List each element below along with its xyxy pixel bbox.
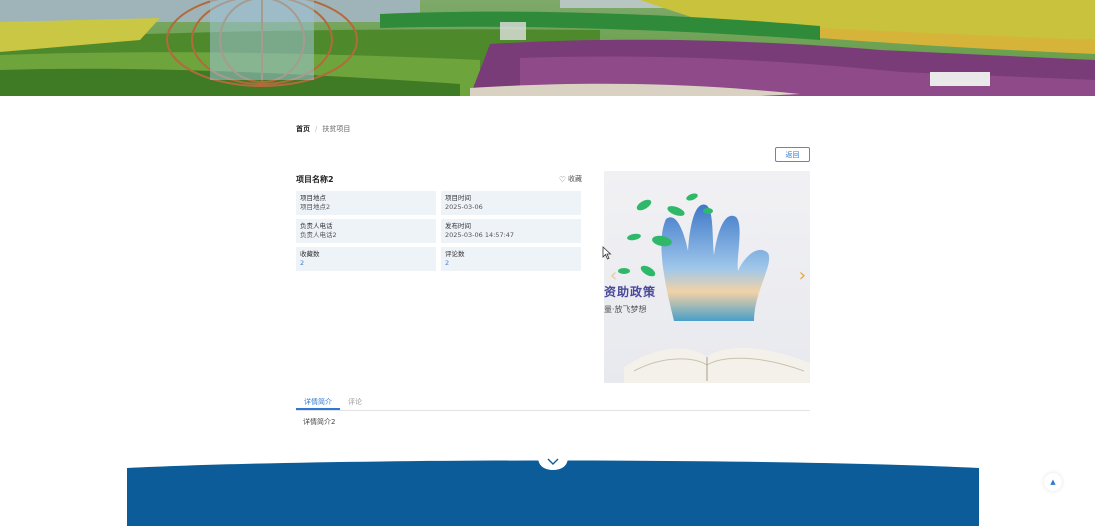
breadcrumb-home-link[interactable]: 首页 <box>296 124 310 134</box>
breadcrumb-separator: / <box>315 125 318 133</box>
tab-detail-intro[interactable]: 详情简介 <box>296 393 340 410</box>
carousel-caption-subtitle: 量·放飞梦想 <box>604 305 647 314</box>
field-label: 发布时间 <box>445 222 471 230</box>
chevron-right-icon[interactable]: › <box>799 267 806 285</box>
breadcrumb-current: 扶贫项目 <box>322 125 351 133</box>
project-title: 项目名称2 <box>296 174 334 184</box>
field-label: 项目时间 <box>445 194 471 202</box>
field-label: 负责人电话 <box>300 222 333 230</box>
field-location: 项目地点 项目地点2 <box>296 191 436 215</box>
top-banner-image <box>0 0 1095 96</box>
field-label: 收藏数 <box>300 250 320 258</box>
field-value: 负责人电话2 <box>300 231 337 239</box>
field-label: 评论数 <box>445 250 465 258</box>
back-button[interactable]: 返回 <box>775 147 810 162</box>
field-project-date: 项目时间 2025-03-06 <box>441 191 581 215</box>
field-comment-count: 评论数 2 <box>441 247 581 271</box>
field-value: 2 <box>445 259 450 267</box>
tab-comments[interactable]: 评论 <box>340 393 370 410</box>
favorite-button[interactable]: ♡ 收藏 <box>559 174 582 184</box>
tab-content-text: 详情简介2 <box>303 418 336 426</box>
chevron-left-icon[interactable]: ‹ <box>610 267 617 285</box>
field-value: 2025-03-06 14:57:47 <box>445 231 515 239</box>
field-value: 2 <box>300 259 305 267</box>
field-contact-phone: 负责人电话 负责人电话2 <box>296 219 436 243</box>
field-favorite-count: 收藏数 2 <box>296 247 436 271</box>
heart-outline-icon: ♡ <box>558 174 566 184</box>
footer-toggle-button[interactable] <box>536 449 570 471</box>
project-info-panel: 项目名称2 ♡ 收藏 项目地点 项目地点2 项目时间 2025-03-06 负责… <box>296 172 582 271</box>
caret-up-icon: ▲ <box>1050 478 1056 486</box>
project-info-header: 项目名称2 ♡ 收藏 <box>296 172 582 186</box>
mouse-cursor-icon <box>602 246 612 260</box>
carousel-slide-image <box>618 193 810 383</box>
field-publish-time: 发布时间 2025-03-06 14:57:47 <box>441 219 581 243</box>
field-label: 项目地点 <box>300 194 326 202</box>
image-carousel[interactable]: 资助政策 量·放飞梦想 ‹ › <box>604 171 810 383</box>
back-to-top-button[interactable]: ▲ <box>1044 473 1062 491</box>
field-value: 2025-03-06 <box>445 203 483 211</box>
breadcrumb: 首页 / 扶贫项目 <box>296 124 350 134</box>
favorite-label: 收藏 <box>568 175 582 183</box>
chevron-down-icon <box>538 457 568 470</box>
field-value: 项目地点2 <box>300 203 331 211</box>
project-fields-grid: 项目地点 项目地点2 项目时间 2025-03-06 负责人电话 负责人电话2 … <box>296 191 582 271</box>
detail-tabs: 详情简介 评论 <box>296 393 810 411</box>
